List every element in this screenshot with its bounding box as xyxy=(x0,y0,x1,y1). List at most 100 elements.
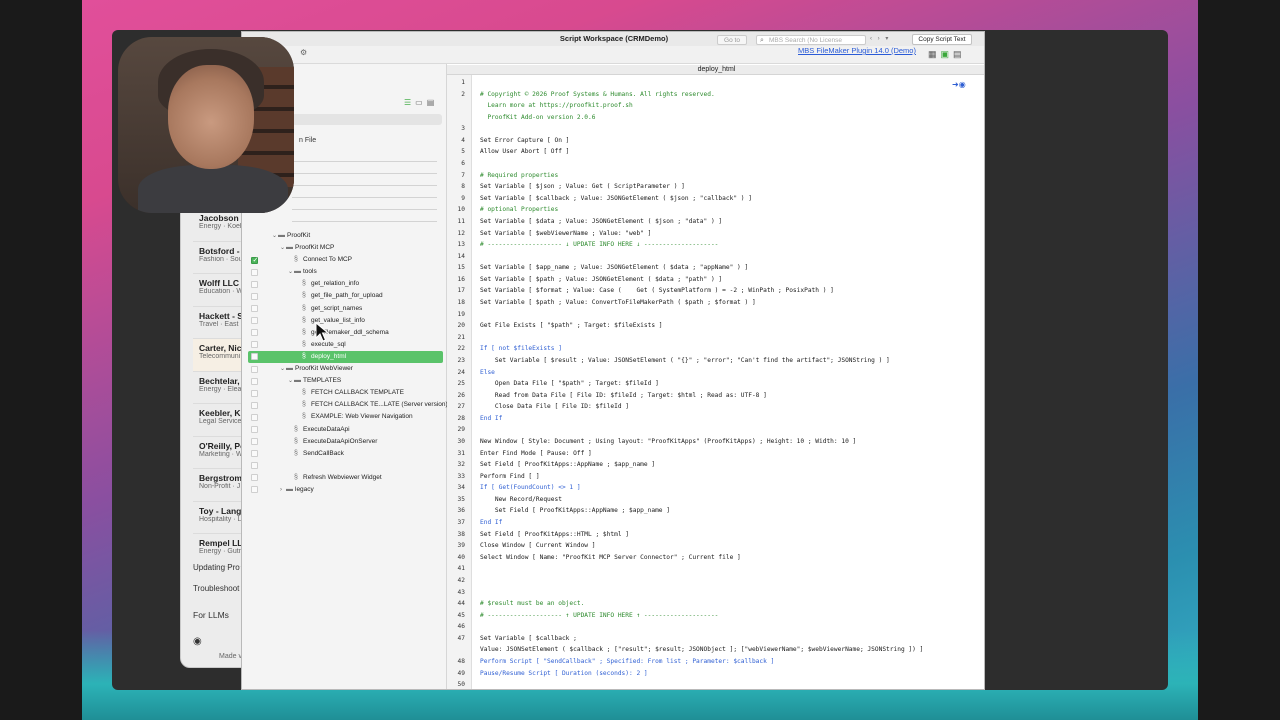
code-comment-line[interactable]: # Copyright © 2026 Proof Systems & Human… xyxy=(480,91,715,98)
code-line[interactable]: Set Variable [ $app_name ; Value: JSONGe… xyxy=(480,264,748,271)
include-checkbox[interactable] xyxy=(251,438,258,446)
chevron-down-icon[interactable]: ⌄ xyxy=(288,266,293,278)
code-line[interactable]: Perform Find [ ] xyxy=(480,473,540,480)
code-line[interactable]: Set Variable [ $path ; Value: ConvertToF… xyxy=(480,299,756,306)
include-checkbox[interactable] xyxy=(251,413,258,421)
tree-script[interactable]: § get_value_list_info xyxy=(242,315,447,327)
code-line[interactable]: Get File Exists [ "$path" ; Target: $fil… xyxy=(480,322,663,329)
chevron-right-icon[interactable]: › xyxy=(280,484,282,496)
code-line[interactable]: Value: JSONSetElement ( $callback ; ["re… xyxy=(480,646,923,653)
code-comment-line[interactable]: # Required properties xyxy=(480,172,558,179)
tree-separator[interactable] xyxy=(242,460,447,472)
code-line[interactable]: End If xyxy=(480,415,502,422)
menu-icon[interactable]: ▤ xyxy=(427,98,439,107)
list-view-icon[interactable]: ☰ xyxy=(404,98,415,107)
tree-script[interactable]: § EXAMPLE: Web Viewer Navigation xyxy=(242,411,447,423)
include-checkbox[interactable] xyxy=(251,329,258,337)
search-nav-arrows[interactable]: ‹ › ▾ xyxy=(870,35,890,42)
code-line[interactable]: If [ Get(FoundCount) <> 1 ] xyxy=(480,484,581,491)
tree-folder[interactable]: ⌄ ▬ ProofKit WebViewer xyxy=(242,363,447,375)
code-line[interactable]: Read from Data File [ File ID: $fileId ;… xyxy=(480,392,767,399)
chevron-down-icon[interactable]: ⌄ xyxy=(288,375,293,387)
include-checkbox[interactable] xyxy=(251,401,258,409)
code-line[interactable]: Pause/Resume Script [ Duration (seconds)… xyxy=(480,670,648,677)
code-line[interactable]: Set Field [ ProofKitApps::AppName ; $app… xyxy=(480,507,670,514)
code-comment-line[interactable]: # -------------------- ↓ UPDATE INFO HER… xyxy=(480,241,718,248)
panel-icon[interactable]: ▤ xyxy=(953,49,966,59)
new-folder-icon[interactable]: ▭ xyxy=(415,98,427,107)
tree-script[interactable]: § ExecuteDataApi xyxy=(242,424,447,436)
layout-toggle-icons[interactable]: ▦▣▤ xyxy=(928,49,966,60)
include-checkbox[interactable] xyxy=(251,280,258,288)
grid-icon[interactable]: ▦ xyxy=(928,49,941,59)
tree-script[interactable]: § execute_sql xyxy=(242,339,447,351)
code-line[interactable]: Set Variable [ $format ; Value: Case ( G… xyxy=(480,287,834,294)
include-checkbox[interactable] xyxy=(251,462,258,470)
include-checkbox[interactable] xyxy=(251,377,258,385)
split-view-icon[interactable]: ▣ xyxy=(941,49,954,59)
tree-folder[interactable]: ⌄ ▬ tools xyxy=(242,266,447,278)
include-checkbox[interactable] xyxy=(251,450,258,458)
code-line[interactable]: Select Window [ Name: "ProofKit MCP Serv… xyxy=(480,554,741,561)
copy-script-text-button[interactable]: Copy Script Text xyxy=(912,34,972,45)
tree-script[interactable]: § Refresh Webviewer Widget xyxy=(242,472,447,484)
code-line[interactable]: End If xyxy=(480,519,502,526)
tree-script[interactable]: § ExecuteDataApiOnServer xyxy=(242,436,447,448)
tree-script[interactable]: § get_file_path_for_upload xyxy=(242,290,447,302)
include-checkbox[interactable] xyxy=(251,474,258,482)
goto-button[interactable]: Go to xyxy=(717,35,747,45)
mbs-search-input[interactable]: ⌕ MBS Search (No License xyxy=(756,35,866,45)
include-checkbox[interactable] xyxy=(251,341,258,349)
include-checkbox[interactable] xyxy=(251,305,258,313)
code-comment-line[interactable]: # optional Properties xyxy=(480,206,558,213)
include-checkbox[interactable] xyxy=(251,292,258,300)
include-checkbox[interactable] xyxy=(251,486,258,494)
code-comment-line[interactable]: Learn more at https://proofkit.proof.sh xyxy=(480,102,632,109)
code-line[interactable]: Set Error Capture [ On ] xyxy=(480,137,569,144)
include-checkbox[interactable] xyxy=(251,268,258,276)
chevron-down-icon[interactable]: ⌄ xyxy=(280,242,285,254)
github-icon[interactable]: ◉ xyxy=(193,636,202,647)
scripts-search-field[interactable] xyxy=(292,114,442,125)
code-line[interactable]: Set Variable [ $result ; Value: JSONSetE… xyxy=(480,357,890,364)
mbs-plugin-link[interactable]: MBS FileMaker Plugin 14.0 (Demo) xyxy=(798,46,916,55)
tree-folder[interactable]: ⌄ ▬ ProofKit xyxy=(242,230,447,242)
code-line[interactable]: Set Variable [ $callback ; Value: JSONGe… xyxy=(480,195,752,202)
tree-script[interactable]: § get_script_names xyxy=(242,303,447,315)
code-line[interactable]: If [ not $fileExists ] xyxy=(480,345,562,352)
code-line[interactable]: Perform Script [ "SendCallback" ; Specif… xyxy=(480,658,774,665)
tree-script[interactable]: § Connect To MCP xyxy=(242,254,447,267)
tree-script[interactable]: § deploy_html xyxy=(248,350,443,364)
code-line[interactable]: Set Variable [ $json ; Value: Get ( Scri… xyxy=(480,183,685,190)
code-line[interactable]: Set Variable [ $data ; Value: JSONGetEle… xyxy=(480,218,722,225)
chevron-down-icon[interactable]: ⌄ xyxy=(272,230,277,242)
gear-icon[interactable]: ⚙ xyxy=(300,48,307,57)
code-line[interactable]: Set Variable [ $path ; Value: JSONGetEle… xyxy=(480,276,722,283)
tree-script[interactable]: § get_relation_info xyxy=(242,278,447,290)
include-checkbox[interactable] xyxy=(251,426,258,433)
tree-folder[interactable]: ⌄ ▬ TEMPLATES xyxy=(242,375,447,387)
include-checkbox[interactable] xyxy=(251,389,258,397)
include-checkbox[interactable] xyxy=(251,353,258,361)
code-line[interactable]: Close Data File [ File ID: $fileId ] xyxy=(480,403,629,410)
new-file-label[interactable]: n File xyxy=(299,137,316,144)
tree-folder[interactable]: › ▬ legacy xyxy=(242,484,447,496)
code-line[interactable]: Enter Find Mode [ Pause: Off ] xyxy=(480,450,592,457)
tree-script[interactable]: § SendCallBack xyxy=(242,448,447,460)
tree-script[interactable]: § get_filemaker_ddl_schema xyxy=(242,327,447,339)
script-editor[interactable]: 1 2 3 4 5 6 7 8 9 10 11 12 13 14 15 16 17 18 19 20 21 22 23 24 2… xyxy=(447,75,984,689)
include-checkbox[interactable] xyxy=(251,317,258,325)
code-line[interactable]: New Record/Request xyxy=(480,496,562,503)
code-line[interactable]: Close Window [ Current Window ] xyxy=(480,542,595,549)
code-line[interactable]: Open Data File [ "$path" ; Target: $file… xyxy=(480,380,659,387)
code-line[interactable]: Set Field [ ProofKitApps::HTML ; $html ] xyxy=(480,531,629,538)
code-comment-line[interactable]: ProofKit Add-on version 2.0.6 xyxy=(480,114,595,121)
run-globe-icon[interactable]: ➜◉ xyxy=(952,80,966,89)
code-comment-line[interactable]: # -------------------- ↑ UPDATE INFO HER… xyxy=(480,612,718,619)
code-line[interactable]: Set Variable [ $webViewerName ; Value: "… xyxy=(480,230,651,237)
tree-script[interactable]: § FETCH CALLBACK TE...LATE (Server versio… xyxy=(242,399,448,411)
code-line[interactable]: Set Variable [ $callback ; xyxy=(480,635,577,642)
chevron-down-icon[interactable]: ⌄ xyxy=(280,363,285,375)
tab-deploy-html[interactable]: deploy_html xyxy=(447,65,984,75)
include-checkbox[interactable] xyxy=(251,365,258,373)
